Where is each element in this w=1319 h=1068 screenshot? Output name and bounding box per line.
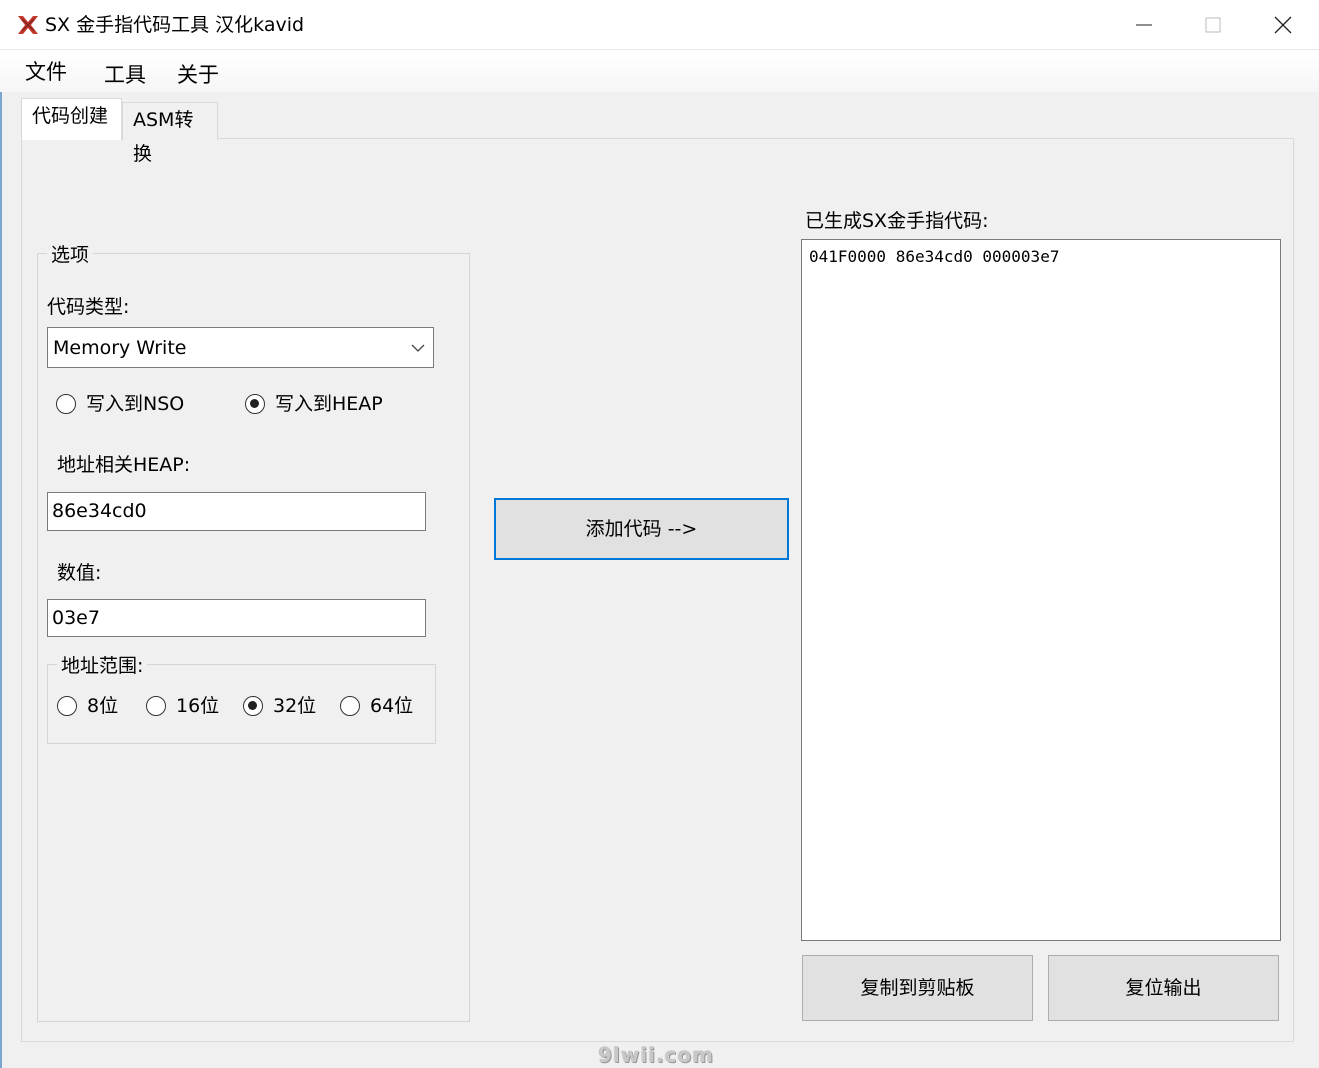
output-textarea[interactable]: 041F0000 86e34cd0 000003e7 [801, 239, 1281, 941]
menu-about[interactable]: 关于 [173, 58, 223, 92]
radio-label: 32位 [273, 695, 317, 717]
address-input[interactable]: 86e34cd0 [47, 492, 426, 531]
radio-label: 写入到NSO [86, 393, 185, 415]
radio-dot [250, 399, 259, 408]
sx-logo-icon [18, 16, 38, 34]
code-type-value: Memory Write [53, 337, 187, 359]
menu-bar: 文件 工具 关于 [0, 50, 1319, 92]
maximize-button[interactable] [1178, 0, 1248, 50]
radio-button-unchecked[interactable] [340, 696, 360, 716]
close-icon [1274, 16, 1292, 34]
radio-range-16[interactable]: 16位 [146, 692, 236, 720]
tab-asm-convert[interactable]: ASM转换 [122, 102, 218, 165]
tab-code-create[interactable]: 代码创建 [21, 98, 122, 140]
radio-range-32[interactable]: 32位 [243, 692, 333, 720]
chevron-down-icon [411, 344, 425, 352]
minimize-icon [1136, 24, 1152, 26]
options-legend: 选项 [47, 243, 94, 267]
radio-button-checked[interactable] [243, 696, 263, 716]
radio-label: 8位 [87, 695, 119, 717]
window-title: SX 金手指代码工具 汉化kavid [45, 14, 305, 36]
radio-label: 64位 [370, 695, 414, 717]
radio-range-64[interactable]: 64位 [340, 692, 430, 720]
output-label: 已生成SX金手指代码: [805, 210, 989, 232]
title-bar: SX 金手指代码工具 汉化kavid [0, 0, 1319, 50]
radio-button-unchecked[interactable] [146, 696, 166, 716]
options-group [37, 253, 470, 1022]
minimize-button[interactable] [1109, 0, 1179, 50]
reset-output-button[interactable]: 复位输出 [1048, 955, 1279, 1021]
radio-write-nso[interactable]: 写入到NSO [56, 390, 226, 418]
value-input[interactable]: 03e7 [47, 599, 426, 637]
copy-to-clipboard-button[interactable]: 复制到剪贴板 [802, 955, 1033, 1021]
code-type-select[interactable]: Memory Write [47, 327, 434, 368]
radio-label: 写入到HEAP [275, 393, 383, 415]
value-label: 数值: [57, 562, 102, 584]
radio-button-unchecked[interactable] [57, 696, 77, 716]
maximize-icon [1205, 17, 1221, 33]
radio-button-unchecked[interactable] [56, 394, 76, 414]
radio-label: 16位 [176, 695, 220, 717]
add-code-button[interactable]: 添加代码 --> [494, 498, 789, 560]
menu-tools[interactable]: 工具 [100, 58, 150, 92]
radio-dot [248, 701, 257, 710]
address-range-legend: 地址范围: [57, 654, 148, 678]
close-button[interactable] [1248, 0, 1318, 50]
radio-button-checked[interactable] [245, 394, 265, 414]
watermark-text: 9lwii.com [598, 1043, 714, 1067]
radio-write-heap[interactable]: 写入到HEAP [245, 390, 425, 418]
menu-file[interactable]: 文件 [21, 55, 71, 89]
output-code-text: 041F0000 86e34cd0 000003e7 [809, 247, 1060, 266]
window-left-edge [0, 50, 2, 1068]
address-label: 地址相关HEAP: [57, 454, 191, 476]
code-type-label: 代码类型: [47, 296, 130, 318]
radio-range-8[interactable]: 8位 [57, 692, 137, 720]
